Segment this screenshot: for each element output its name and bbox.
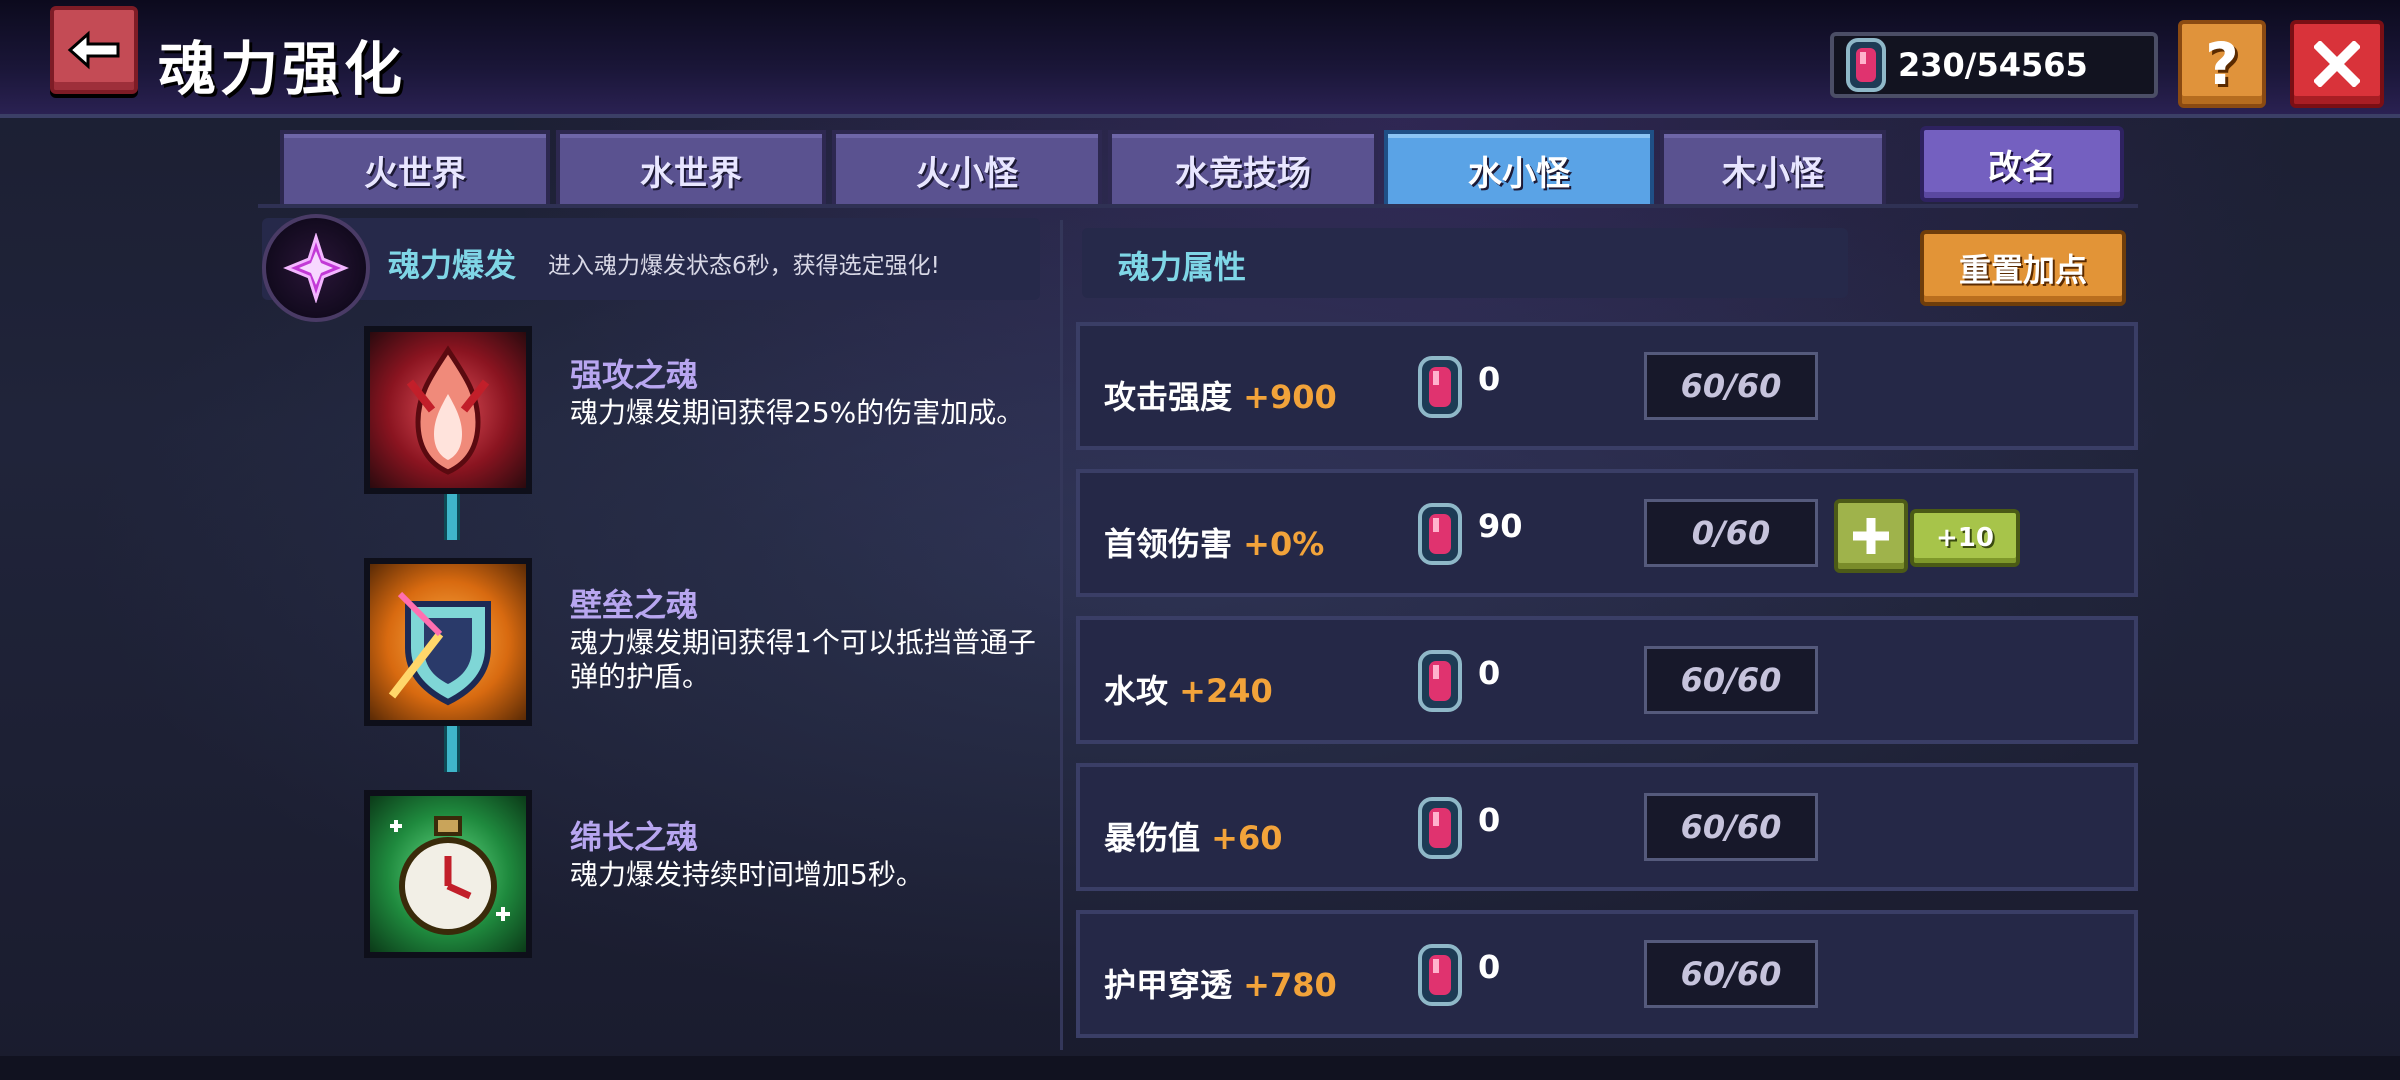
attribute-label: 攻击强度 +900: [1104, 372, 1337, 418]
soul-burst-title: 魂力爆发: [388, 246, 517, 284]
attribute-label: 水攻 +240: [1104, 666, 1273, 712]
soul-gem-icon: [1412, 354, 1468, 424]
bottom-bar: [0, 1056, 2400, 1080]
panel-divider: [1060, 220, 1063, 1050]
skill-description: 魂力爆发持续时间增加5秒。: [570, 858, 924, 891]
attribute-name: 水攻: [1104, 672, 1169, 710]
attribute-progress: 60/60: [1644, 646, 1818, 714]
attribute-cost: 90: [1478, 507, 1523, 545]
attribute-name: 暴伤值: [1104, 819, 1201, 857]
skill-name: 绵长之魂: [570, 818, 699, 856]
stopwatch-icon[interactable]: [364, 790, 532, 958]
tab-water-minion[interactable]: 水小怪: [1384, 130, 1654, 206]
plus-icon: [1853, 518, 1889, 554]
soul-burst-icon: [262, 214, 370, 322]
close-icon: [2314, 41, 2360, 87]
help-button[interactable]: ?: [2178, 20, 2266, 108]
red-flame-icon[interactable]: [364, 326, 532, 494]
attribute-progress: 60/60: [1644, 352, 1818, 420]
soul-gem-icon: [1412, 942, 1468, 1012]
attribute-progress: 0/60: [1644, 499, 1818, 567]
attribute-progress: 60/60: [1644, 793, 1818, 861]
attribute-label: 首领伤害 +0%: [1104, 519, 1324, 565]
back-button[interactable]: [50, 6, 138, 94]
rename-button[interactable]: 改名: [1920, 126, 2124, 202]
tab-water-arena[interactable]: 水竞技场: [1108, 130, 1378, 206]
tab-water-world[interactable]: 水世界: [556, 130, 826, 206]
attribute-row: 攻击强度 +900 0 60/60: [1076, 322, 2138, 450]
skill-name: 强攻之魂: [570, 356, 699, 394]
attribute-cost: 0: [1478, 654, 1501, 692]
add-point-button[interactable]: [1834, 499, 1908, 573]
attribute-cost: 0: [1478, 948, 1501, 986]
skill-connector: [444, 726, 460, 772]
skill-name: 壁垒之魂: [570, 586, 699, 624]
soul-gem-icon: [1412, 648, 1468, 718]
attribute-bonus: +0%: [1243, 525, 1325, 563]
attribute-bonus: +60: [1211, 819, 1283, 857]
attribute-row: 护甲穿透 +780 0 60/60: [1076, 910, 2138, 1038]
attribute-bonus: +900: [1243, 378, 1337, 416]
close-button[interactable]: [2290, 20, 2384, 108]
add-ten-points-button[interactable]: +10: [1910, 509, 2020, 567]
attribute-row: 水攻 +240 0 60/60: [1076, 616, 2138, 744]
tab-fire-world[interactable]: 火世界: [280, 130, 550, 206]
attribute-cost: 0: [1478, 360, 1501, 398]
shield-icon[interactable]: [364, 558, 532, 726]
page-title: 魂力强化: [158, 35, 407, 103]
attribute-name: 首领伤害: [1104, 525, 1233, 563]
attribute-row: 首领伤害 +0% 90 0/60 +10: [1076, 469, 2138, 597]
attribute-name: 攻击强度: [1104, 378, 1233, 416]
attribute-name: 护甲穿透: [1104, 966, 1233, 1004]
soul-gem-icon: [1412, 795, 1468, 865]
skill-description: 魂力爆发期间获得1个可以抵挡普通子弹的护盾。: [570, 626, 1036, 693]
tab-divider: [258, 204, 2138, 208]
attribute-label: 暴伤值 +60: [1104, 813, 1283, 859]
skill-connector: [444, 494, 460, 540]
arrow-left-icon: [67, 30, 120, 70]
soul-gem-icon: [1412, 501, 1468, 571]
reset-points-button[interactable]: 重置加点: [1920, 230, 2126, 306]
soul-gem-icon: [1838, 36, 1894, 98]
attribute-bonus: +780: [1243, 966, 1337, 1004]
soul-burst-description: 进入魂力爆发状态6秒，获得选定强化!: [548, 253, 940, 279]
attribute-label: 护甲穿透 +780: [1104, 960, 1337, 1006]
tab-fire-minion[interactable]: 火小怪: [832, 130, 1102, 206]
skill-description: 魂力爆发期间获得25%的伤害加成。: [570, 396, 1025, 429]
attributes-title: 魂力属性: [1118, 248, 1247, 286]
soul-currency-value: 230/54565: [1898, 46, 2088, 84]
soul-currency-display: 230/54565: [1830, 32, 2158, 98]
attribute-bonus: +240: [1179, 672, 1273, 710]
attribute-progress: 60/60: [1644, 940, 1818, 1008]
question-icon: ?: [2205, 30, 2239, 98]
attribute-cost: 0: [1478, 801, 1501, 839]
tab-wood-minion[interactable]: 木小怪: [1660, 130, 1886, 206]
attribute-row: 暴伤值 +60 0 60/60: [1076, 763, 2138, 891]
